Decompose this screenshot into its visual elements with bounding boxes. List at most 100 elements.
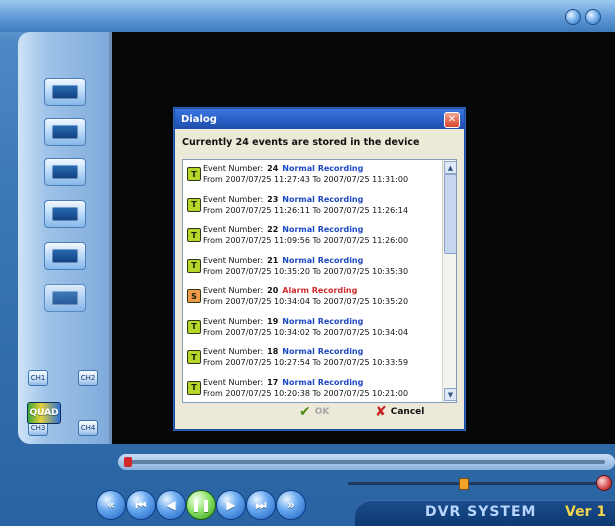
close-icon[interactable]: ✕ <box>444 112 460 128</box>
disk-button[interactable] <box>44 284 86 312</box>
event-list-dialog: Dialog ✕ Currently 24 events are stored … <box>174 108 465 430</box>
event-number: 20 <box>267 286 279 295</box>
disk-icon <box>52 291 78 305</box>
event-type-icon: S <box>187 289 201 303</box>
volume-track <box>348 482 598 485</box>
volume-slider[interactable] <box>348 478 598 490</box>
event-time-range: From 2007/07/25 10:27:54 To 2007/07/25 1… <box>203 358 409 367</box>
brand-name: DVR SYSTEM <box>425 504 537 520</box>
camera-icon <box>52 85 78 99</box>
event-kind: Normal Recording <box>282 347 364 356</box>
play-icon[interactable]: ▶ <box>216 490 246 520</box>
event-title: Event Number: 21 Normal Recording <box>203 256 363 265</box>
event-title: Event Number: 17 Normal Recording <box>203 378 363 387</box>
cancel-icon: ✘ <box>375 404 387 420</box>
minimize-icon[interactable] <box>565 9 581 25</box>
app-window: CH1 CH2 CH3 CH4 QUAD Dialog ✕ Currently … <box>0 0 615 526</box>
event-row[interactable]: T Event Number: 21 Normal Recording From 200… <box>183 252 442 283</box>
event-prefix: Event Number: <box>203 255 264 265</box>
event-number: 22 <box>267 225 279 234</box>
search-button[interactable] <box>44 200 86 228</box>
dialog-buttons: ✔ OK ✘ Cancel <box>175 403 464 421</box>
event-kind: Normal Recording <box>282 316 364 326</box>
event-number: 17 <box>267 377 279 387</box>
scroll-thumb[interactable] <box>444 174 456 254</box>
event-row[interactable]: T Event Number: 24 Normal Recording From 200… <box>183 160 442 191</box>
scroll-down-icon[interactable]: ▼ <box>444 388 456 401</box>
event-time-range: From 2007/07/25 11:09:56 To 2007/07/25 1… <box>203 236 409 245</box>
next-icon[interactable]: ⏭ <box>246 490 276 520</box>
event-title: Event Number: 23 Normal Recording <box>203 195 363 204</box>
event-kind: Normal Recording <box>282 194 364 204</box>
quad-view-button[interactable]: QUAD <box>27 402 61 424</box>
volume-icon[interactable] <box>596 475 612 491</box>
event-title: Event Number: 18 Normal Recording <box>203 347 363 356</box>
event-row[interactable]: T Event Number: 19 Normal Recording From 200… <box>183 313 442 344</box>
cancel-button[interactable]: ✘ Cancel <box>375 403 424 421</box>
event-type-icon: T <box>187 319 201 334</box>
first-icon[interactable]: « <box>96 490 126 520</box>
timeline-track <box>126 460 605 464</box>
scroll-up-icon[interactable]: ▲ <box>444 161 456 174</box>
event-row[interactable]: S Event Number: 20 Alarm Recording From 2007… <box>183 282 442 313</box>
settings-button[interactable] <box>44 242 86 270</box>
event-prefix: Event Number: <box>203 225 264 234</box>
event-summary: Currently 24 events are stored in the de… <box>182 137 420 148</box>
pause-icon[interactable]: ❚❚ <box>186 490 216 520</box>
search-icon <box>52 207 78 221</box>
event-title: Event Number: 24 Normal Recording <box>203 164 363 173</box>
dialog-title: Dialog <box>181 113 217 125</box>
event-title: Event Number: 19 Normal Recording <box>203 317 363 326</box>
backup-button[interactable] <box>44 158 86 186</box>
title-bar <box>0 0 615 32</box>
event-list-scrollbar[interactable]: ▲ ▼ <box>442 160 456 402</box>
reverse-icon[interactable]: ◀ <box>156 490 186 520</box>
event-number: 21 <box>267 255 279 265</box>
player-controls: « ⏮ ◀ ❚❚ ▶ ⏭ » <box>96 486 336 522</box>
event-kind: Normal Recording <box>282 225 364 234</box>
timeline-bar[interactable] <box>118 454 615 470</box>
brand-bar: DVR SYSTEM Ver 1 <box>355 500 615 526</box>
volume-knob[interactable] <box>459 478 469 490</box>
event-number: 24 <box>267 164 279 173</box>
cancel-label: Cancel <box>390 407 425 417</box>
playback-icon <box>52 125 78 139</box>
channel-1-button[interactable]: CH1 <box>28 370 48 386</box>
event-list-items: T Event Number: 24 Normal Recording From 200… <box>183 160 442 402</box>
brand-version: Ver 1 <box>565 504 607 520</box>
event-prefix: Event Number: <box>203 286 264 295</box>
last-icon[interactable]: » <box>276 490 306 520</box>
backup-icon <box>52 165 78 179</box>
channel-selector: CH1 CH2 CH3 CH4 <box>20 360 110 440</box>
event-row[interactable]: T Event Number: 23 Normal Recording From 200… <box>183 191 442 222</box>
event-number: 19 <box>267 316 279 326</box>
prev-icon[interactable]: ⏮ <box>126 490 156 520</box>
timeline-marker[interactable] <box>124 457 132 467</box>
event-list[interactable]: T Event Number: 24 Normal Recording From 200… <box>182 159 457 403</box>
camera-button[interactable] <box>44 78 86 106</box>
event-time-range: From 2007/07/25 10:34:04 To 2007/07/25 1… <box>203 297 409 306</box>
event-title: Event Number: 20 Alarm Recording <box>203 286 357 295</box>
event-type-icon: T <box>187 228 201 242</box>
event-title: Event Number: 22 Normal Recording <box>203 225 363 234</box>
event-kind: Normal Recording <box>282 164 364 173</box>
event-row[interactable]: T Event Number: 18 Normal Recording From 200… <box>183 343 442 374</box>
event-type-icon: T <box>187 258 201 273</box>
event-kind: Normal Recording <box>282 255 364 265</box>
event-type-icon: T <box>187 197 201 212</box>
event-prefix: Event Number: <box>203 316 264 326</box>
channel-2-button[interactable]: CH2 <box>78 370 98 386</box>
close-icon[interactable] <box>585 9 601 25</box>
event-kind: Normal Recording <box>282 377 364 387</box>
event-prefix: Event Number: <box>203 194 264 204</box>
event-prefix: Event Number: <box>203 347 264 356</box>
event-number: 18 <box>267 347 279 356</box>
event-row[interactable]: T Event Number: 17 Normal Recording From 200… <box>183 374 442 403</box>
event-time-range: From 2007/07/25 11:27:43 To 2007/07/25 1… <box>203 175 409 184</box>
playback-button[interactable] <box>44 118 86 146</box>
channel-4-button[interactable]: CH4 <box>78 420 98 436</box>
ok-button[interactable]: ✔ OK <box>299 403 329 421</box>
settings-icon <box>52 249 78 263</box>
event-time-range: From 2007/07/25 11:26:11 To 2007/07/25 1… <box>203 205 409 215</box>
event-row[interactable]: T Event Number: 22 Normal Recording From 200… <box>183 221 442 252</box>
